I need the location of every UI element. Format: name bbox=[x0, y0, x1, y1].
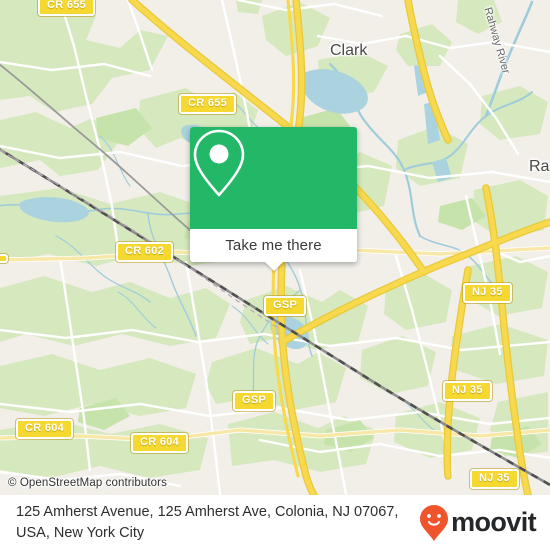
osm-attribution[interactable]: © OpenStreetMap contributors bbox=[8, 477, 167, 489]
place-label-clark: Clark bbox=[330, 42, 368, 59]
take-me-there-label: Take me there bbox=[225, 237, 322, 254]
map-pin-icon bbox=[193, 129, 245, 197]
road-shield-nj35-mid[interactable]: NJ 35 bbox=[443, 381, 492, 401]
place-label-rahway: Ra bbox=[529, 158, 550, 175]
popup-footer[interactable]: Take me there bbox=[190, 229, 357, 271]
address-text: 125 Amherst Avenue, 125 Amherst Ave, Col… bbox=[16, 502, 419, 544]
map-canvas[interactable]: Clark Ra Rahway River CR 655 CR 655 CR 6… bbox=[0, 0, 550, 495]
road-shield-gsp-lower[interactable]: GSP bbox=[233, 391, 276, 411]
address-line-1: 125 Amherst Avenue, 125 Amherst Ave, Col… bbox=[16, 503, 350, 520]
road-shield-cr655[interactable]: CR 655 bbox=[179, 94, 237, 114]
map-screenshot: Clark Ra Rahway River CR 655 CR 655 CR 6… bbox=[0, 0, 550, 550]
road-shield-cr604[interactable]: CR 604 bbox=[131, 433, 189, 453]
road-shield-gsp-upper[interactable]: GSP bbox=[264, 296, 307, 316]
road-shield-nj35-upper[interactable]: NJ 35 bbox=[463, 283, 512, 303]
popup-header bbox=[190, 127, 357, 229]
road-shield-partial-left[interactable] bbox=[0, 254, 8, 263]
road-shield-cr604-left[interactable]: CR 604 bbox=[16, 419, 74, 439]
moovit-wordmark: moovit bbox=[451, 507, 537, 537]
road-shield-cr655-top[interactable]: CR 655 bbox=[38, 0, 96, 16]
moovit-logo[interactable]: moovit bbox=[419, 504, 537, 542]
location-popup-card[interactable]: Take me there bbox=[190, 127, 357, 271]
address-footer-bar: 125 Amherst Avenue, 125 Amherst Ave, Col… bbox=[0, 495, 550, 550]
popup-pointer bbox=[264, 262, 283, 271]
moovit-pin-icon bbox=[420, 504, 449, 541]
road-shield-nj35-lower[interactable]: NJ 35 bbox=[470, 469, 519, 489]
road-shield-cr602[interactable]: CR 602 bbox=[116, 242, 174, 262]
